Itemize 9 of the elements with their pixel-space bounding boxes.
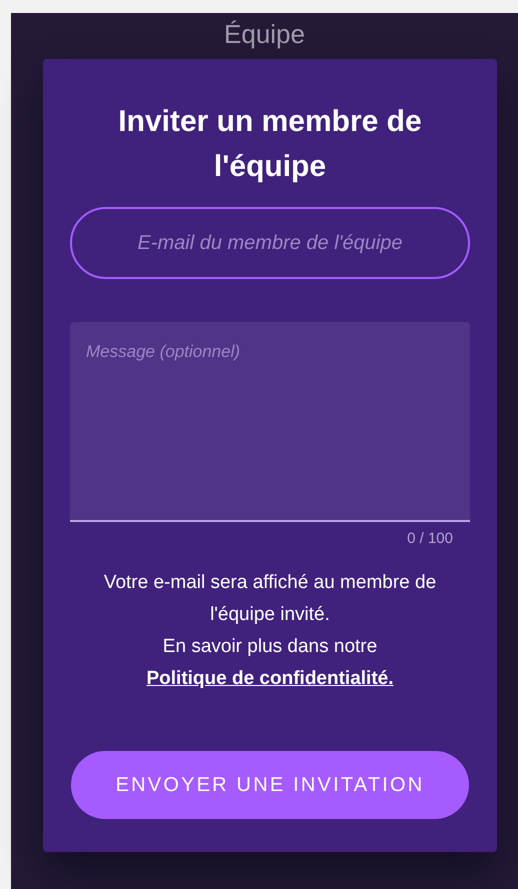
send-invitation-button[interactable]: ENVOYER UNE INVITATION bbox=[71, 751, 469, 819]
privacy-link[interactable]: Politique de confidentialité. bbox=[146, 668, 394, 689]
page-title: Équipe bbox=[223, 18, 306, 49]
email-field[interactable]: E-mail du membre de l'équipe bbox=[70, 207, 470, 279]
dialog-title: Inviter un membre de l'équipe bbox=[117, 104, 423, 185]
notice-text: Votre e-mail sera affiché au membre de l'équipe invité. bbox=[102, 571, 438, 627]
message-field[interactable]: Message (optionnel) bbox=[70, 322, 470, 522]
privacy-text: En savoir plus dans notre bbox=[162, 636, 378, 657]
character-counter: 0 / 100 bbox=[407, 530, 453, 547]
